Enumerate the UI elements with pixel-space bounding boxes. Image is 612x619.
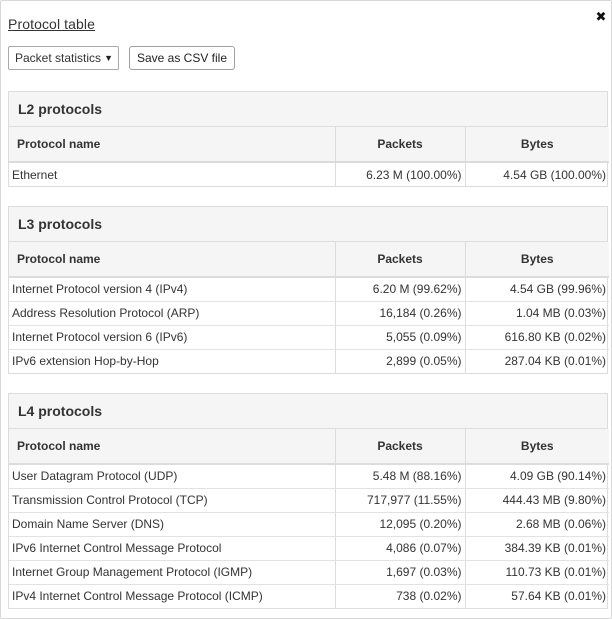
packets-cell: 5,055 (0.09%) (334, 325, 465, 350)
protocol-name-cell: Ethernet (12, 167, 58, 182)
packets-cell: 6.23 M (100.00%) (334, 162, 465, 186)
table-row: Domain Name Server (DNS) 12,095 (0.20%) … (9, 512, 609, 537)
column-header-bytes[interactable]: Bytes (464, 429, 609, 465)
column-header-packets[interactable]: Packets (334, 429, 465, 465)
table-row: Internet Protocol version 4 (IPv4) 6.20 … (9, 277, 609, 302)
protocol-table: Protocol name Packets Bytes Internet Pro… (9, 242, 609, 373)
protocol-table: Protocol name Packets Bytes User Datagra… (9, 429, 609, 608)
column-header-name[interactable]: Protocol name (9, 429, 335, 465)
protocol-name-cell: Internet Group Management Protocol (IGMP… (9, 560, 335, 585)
section-title: L4 protocols (9, 394, 607, 429)
bytes-cell: 616.80 KB (0.02%) (464, 325, 609, 350)
bytes-cell: 110.73 KB (0.01%) (464, 560, 609, 585)
section-l3: L3 protocols Protocol name Packets Bytes… (8, 206, 609, 374)
packets-cell: 12,095 (0.20%) (334, 512, 465, 537)
bytes-cell: 4.54 GB (99.96%) (464, 277, 609, 302)
select-value: Packet statistics (15, 51, 102, 65)
protocol-name-cell: Internet Protocol version 4 (IPv4) (9, 277, 335, 302)
protocol-name-cell: Transmission Control Protocol (TCP) (9, 488, 335, 513)
protocol-name-cell: User Datagram Protocol (UDP) (9, 464, 335, 489)
table-row: User Datagram Protocol (UDP) 5.48 M (88.… (9, 464, 609, 489)
protocol-name-cell: IPv6 extension Hop-by-Hop (12, 354, 159, 369)
table-header-row: Protocol name Packets Bytes (9, 127, 609, 163)
column-header-name[interactable]: Protocol name (9, 127, 335, 163)
section-l4: L4 protocols Protocol name Packets Bytes… (8, 393, 609, 609)
table-row: IPv4 Internet Control Message Protocol (… (9, 584, 609, 608)
section-l2: L2 protocols Protocol name Packets Bytes… (8, 91, 609, 187)
table-row: Address Resolution Protocol (ARP) 16,184… (9, 301, 609, 326)
table-row: IPv6 extension Hop-by-Hop 2,899 (0.05%) … (9, 349, 609, 373)
bytes-cell: 57.64 KB (0.01%) (464, 584, 609, 608)
protocol-name-cell: Internet Protocol version 6 (IPv6) (9, 325, 335, 350)
packets-cell: 4,086 (0.07%) (334, 536, 465, 561)
protocol-name-cell: IPv4 Internet Control Message Protocol (… (12, 589, 263, 604)
bytes-cell: 444.43 MB (9.80%) (464, 488, 609, 513)
protocol-table: Protocol name Packets Bytes Ethernet 6.2… (9, 127, 609, 186)
packets-cell: 738 (0.02%) (334, 584, 465, 608)
dropdown-arrow-icon: ▼ (104, 53, 113, 63)
packets-cell: 2,899 (0.05%) (334, 349, 465, 373)
protocol-name-cell: IPv6 Internet Control Message Protocol (9, 536, 335, 561)
protocol-table-panel: Protocol table ✖ Packet statistics ▼ Sav… (0, 0, 612, 619)
bytes-cell: 287.04 KB (0.01%) (464, 349, 609, 373)
bytes-cell: 2.68 MB (0.06%) (464, 512, 609, 537)
statistics-type-select[interactable]: Packet statistics ▼ (8, 46, 119, 70)
column-header-packets[interactable]: Packets (334, 127, 465, 163)
table-header-row: Protocol name Packets Bytes (9, 242, 609, 278)
table-row: IPv6 Internet Control Message Protocol 4… (9, 536, 609, 561)
panel-title: Protocol table (8, 16, 96, 32)
column-header-name[interactable]: Protocol name (9, 242, 335, 278)
save-csv-button[interactable]: Save as CSV file (129, 46, 235, 70)
table-row: Internet Group Management Protocol (IGMP… (9, 560, 609, 585)
section-title: L3 protocols (9, 207, 607, 242)
protocol-name-cell: Domain Name Server (DNS) (9, 512, 335, 537)
column-header-packets[interactable]: Packets (334, 242, 465, 278)
protocol-name-cell: Address Resolution Protocol (ARP) (9, 301, 335, 326)
packets-cell: 5.48 M (88.16%) (334, 464, 465, 489)
table-row: Transmission Control Protocol (TCP) 717,… (9, 488, 609, 513)
close-icon[interactable]: ✖ (595, 10, 607, 24)
column-header-bytes[interactable]: Bytes (464, 242, 609, 278)
bytes-cell: 4.54 GB (100.00%) (464, 162, 609, 186)
bytes-cell: 384.39 KB (0.01%) (464, 536, 609, 561)
table-row: Internet Protocol version 6 (IPv6) 5,055… (9, 325, 609, 350)
bytes-cell: 4.09 GB (90.14%) (464, 464, 609, 489)
packets-cell: 6.20 M (99.62%) (334, 277, 465, 302)
table-row: Ethernet 6.23 M (100.00%) 4.54 GB (100.0… (9, 162, 609, 186)
column-header-bytes[interactable]: Bytes (464, 127, 609, 163)
packets-cell: 717,977 (11.55%) (334, 488, 465, 513)
table-header-row: Protocol name Packets Bytes (9, 429, 609, 465)
packets-cell: 16,184 (0.26%) (334, 301, 465, 326)
section-title: L2 protocols (9, 92, 607, 127)
packets-cell: 1,697 (0.03%) (334, 560, 465, 585)
bytes-cell: 1.04 MB (0.03%) (464, 301, 609, 326)
